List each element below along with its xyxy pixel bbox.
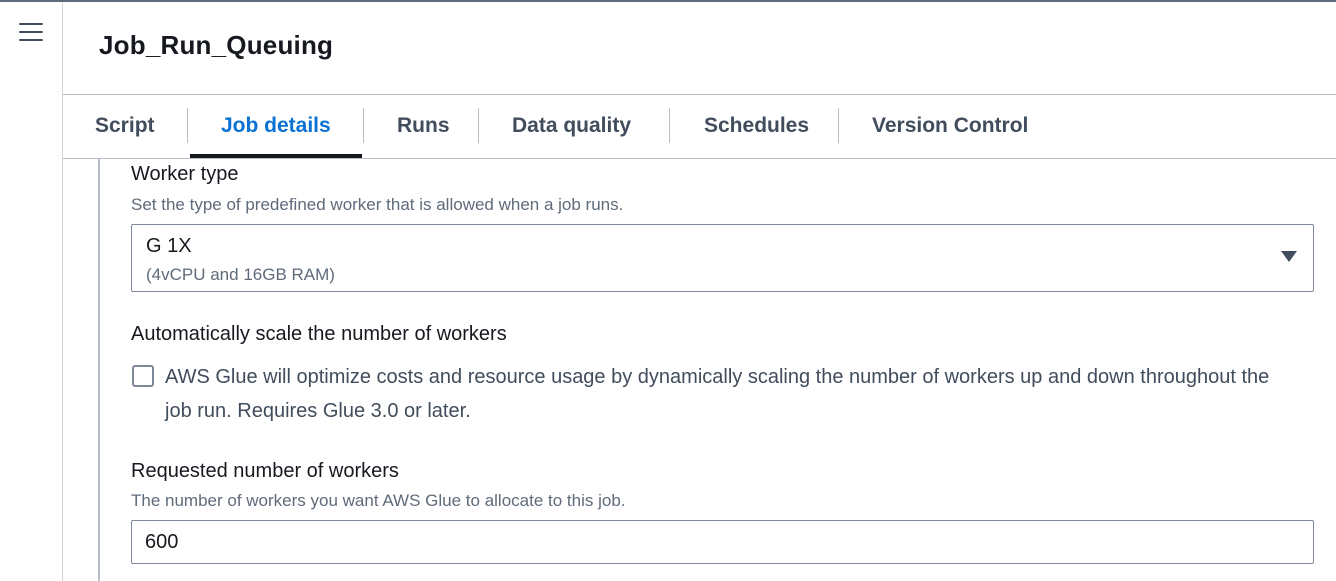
- worker-type-select[interactable]: G 1X (4vCPU and 16GB RAM): [131, 224, 1314, 292]
- tab-separator: [478, 108, 479, 143]
- tab-separator: [669, 108, 670, 143]
- worker-type-label: Worker type: [131, 163, 239, 185]
- tab-separator: [187, 108, 188, 143]
- page-title: Job_Run_Queuing: [99, 30, 334, 60]
- requested-workers-input[interactable]: 600: [131, 520, 1314, 564]
- auto-scale-checkbox-text: AWS Glue will optimize costs and resourc…: [165, 366, 1270, 422]
- tab-schedules[interactable]: Schedules: [704, 95, 809, 157]
- tab-separator: [363, 108, 364, 143]
- requested-workers-description: The number of workers you want AWS Glue …: [131, 491, 626, 510]
- left-navigation-rail: [0, 2, 63, 581]
- requested-workers-value: 600: [145, 531, 179, 553]
- hamburger-menu-icon[interactable]: [19, 23, 43, 43]
- worker-type-selected-detail: (4vCPU and 16GB RAM): [146, 265, 335, 284]
- auto-scale-checkbox[interactable]: [132, 365, 154, 387]
- tab-bar: Script Job details Runs Data quality Sch…: [63, 95, 1336, 159]
- page-header: Job_Run_Queuing: [63, 2, 1336, 95]
- tab-separator: [838, 108, 839, 143]
- tab-data-quality[interactable]: Data quality: [512, 95, 631, 157]
- tab-job-details[interactable]: Job details: [221, 95, 331, 157]
- tab-version-control[interactable]: Version Control: [872, 95, 1028, 157]
- caret-down-icon: [1281, 251, 1297, 262]
- auto-scale-label: Automatically scale the number of worker…: [131, 323, 507, 345]
- tab-script[interactable]: Script: [95, 95, 155, 157]
- worker-type-selected-value: G 1X: [146, 235, 192, 257]
- active-tab-indicator: [190, 154, 362, 158]
- requested-workers-label: Requested number of workers: [131, 460, 399, 482]
- tab-runs[interactable]: Runs: [397, 95, 450, 157]
- container-left-border: [98, 159, 100, 581]
- worker-type-description: Set the type of predefined worker that i…: [131, 195, 624, 214]
